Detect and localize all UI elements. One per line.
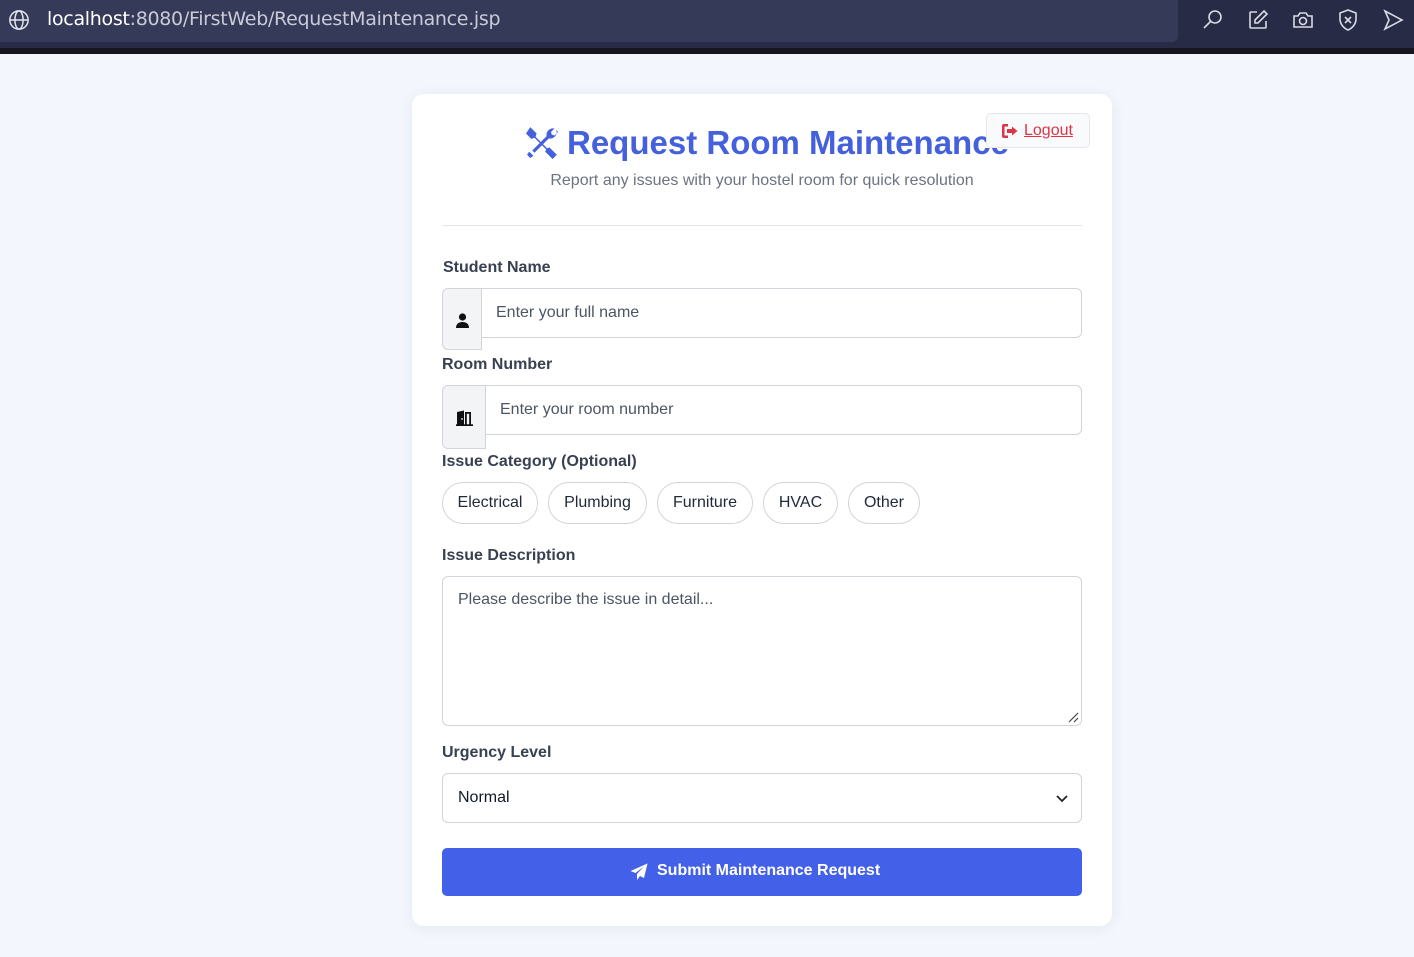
page-subtitle: Report any issues with your hostel room … <box>550 172 974 189</box>
urgency-label: Urgency Level <box>442 744 552 761</box>
chip-plumbing[interactable]: Plumbing <box>548 482 647 524</box>
send-icon[interactable] <box>1381 8 1405 32</box>
room-number-addon <box>442 385 486 449</box>
paper-plane-icon <box>630 863 648 880</box>
maintenance-card: Request Room Maintenance Logout Report a… <box>412 94 1112 926</box>
issue-category-chips: Electrical Plumbing Furniture HVAC Other <box>442 482 1082 524</box>
chip-electrical[interactable]: Electrical <box>442 482 538 524</box>
room-number-label: Room Number <box>442 356 553 373</box>
student-name-group <box>442 288 1082 350</box>
door-icon <box>456 410 473 426</box>
issue-description-textarea[interactable] <box>442 576 1082 726</box>
urgency-selected-value: Normal <box>458 789 510 806</box>
address-bar[interactable]: localhost:8080/FirstWeb/RequestMaintenan… <box>0 0 1178 42</box>
logout-button[interactable]: Logout <box>986 113 1090 148</box>
chevron-down-icon <box>1056 795 1068 803</box>
page-title: Request Room Maintenance <box>567 124 1009 161</box>
submit-label: Submit Maintenance Request <box>657 862 881 879</box>
room-number-input[interactable] <box>485 385 1082 435</box>
submit-button[interactable]: Submit Maintenance Request <box>442 848 1082 896</box>
student-name-input[interactable] <box>481 288 1082 338</box>
camera-icon[interactable] <box>1291 8 1315 32</box>
chip-furniture[interactable]: Furniture <box>657 482 753 524</box>
header-divider <box>442 225 1082 226</box>
chip-other[interactable]: Other <box>848 482 920 524</box>
sign-out-icon <box>1002 124 1018 138</box>
tools-icon <box>526 127 558 159</box>
url-host: localhost <box>47 8 130 30</box>
edit-icon[interactable] <box>1246 8 1270 32</box>
issue-description-label: Issue Description <box>442 547 576 564</box>
issue-category-label: Issue Category (Optional) <box>442 453 637 470</box>
logout-label: Logout <box>1024 122 1073 139</box>
globe-icon <box>9 10 29 30</box>
urgency-select[interactable]: Normal <box>442 773 1082 823</box>
url-text[interactable]: localhost:8080/FirstWeb/RequestMaintenan… <box>47 8 501 30</box>
url-path: :8080/FirstWeb/RequestMaintenance.jsp <box>129 8 501 30</box>
student-name-label: Student Name <box>443 259 551 276</box>
search-icon[interactable] <box>1201 8 1225 32</box>
resize-grip-icon[interactable] <box>1067 711 1079 723</box>
shield-icon[interactable] <box>1336 8 1360 32</box>
room-number-group <box>442 385 1082 449</box>
student-name-addon <box>442 288 482 350</box>
user-icon <box>456 313 469 328</box>
browser-toolbar-divider <box>0 48 1414 54</box>
chip-hvac[interactable]: HVAC <box>763 482 838 524</box>
